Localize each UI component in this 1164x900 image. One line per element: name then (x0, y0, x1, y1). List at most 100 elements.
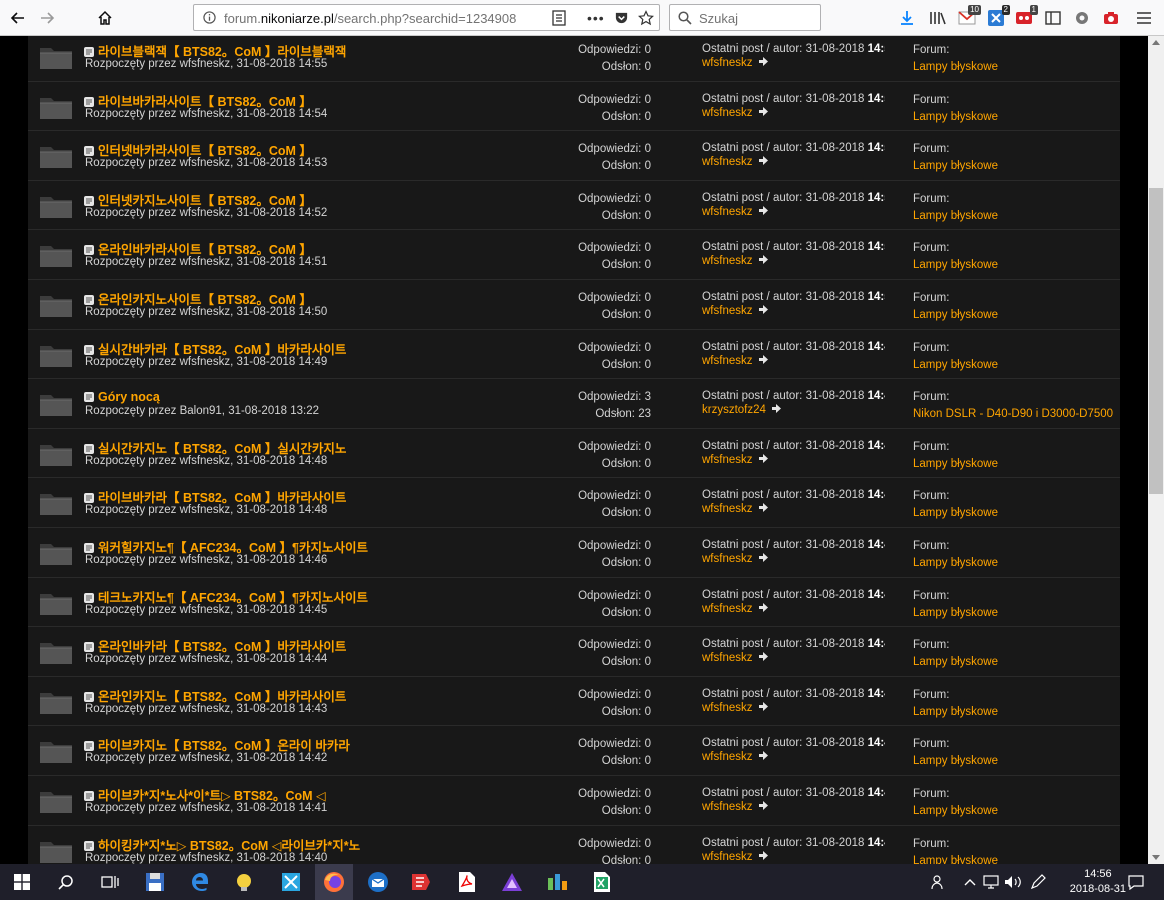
goto-last-post-icon[interactable] (771, 403, 781, 414)
last-post-author-link[interactable]: wfsfneskz (702, 851, 753, 863)
taskbar-clock[interactable]: 14:56 2018-08-31 (1070, 867, 1126, 897)
scroll-thumb[interactable] (1149, 188, 1163, 494)
page-actions-icon[interactable]: ••• (587, 10, 605, 26)
topic-title-link[interactable]: 라이브카*지*노사*이*트▷ BTS82。CoM ◁ (98, 789, 326, 803)
info-icon[interactable] (203, 11, 216, 29)
goto-last-post-icon[interactable] (758, 651, 768, 662)
last-post-author-link[interactable]: krzysztofz24 (702, 404, 766, 416)
pocket-icon[interactable] (614, 10, 629, 30)
forum-name-link[interactable]: Lampy błyskowe (913, 803, 998, 820)
bookmark-star-icon[interactable] (638, 10, 654, 31)
forum-name-link[interactable]: Nikon DSLR - D40-D90 i D3000-D7500 (913, 406, 1113, 423)
app-people-icon[interactable] (545, 870, 569, 894)
last-post-author-link[interactable]: wfsfneskz (702, 255, 753, 267)
back-arrow-icon[interactable] (6, 6, 30, 30)
forum-name-link[interactable]: Lampy błyskowe (913, 753, 998, 770)
forum-name-link[interactable]: Lampy błyskowe (913, 505, 998, 522)
app-red-icon[interactable] (409, 870, 433, 894)
goto-last-post-icon[interactable] (758, 354, 768, 364)
topic-title-link[interactable]: 실시간바카라【 BTS82。CoM 】바카라사이트 (98, 343, 346, 357)
last-post-author-link[interactable]: wfsfneskz (702, 702, 753, 714)
download-icon[interactable] (897, 8, 917, 28)
forum-name-link[interactable]: Lampy błyskowe (913, 158, 998, 175)
last-post-author-link[interactable]: wfsfneskz (702, 355, 753, 367)
thunderbird-icon[interactable] (366, 870, 390, 894)
extension-gmail-icon[interactable]: 10 (957, 5, 981, 28)
firefox-icon[interactable] (315, 864, 353, 900)
screenshot-icon[interactable] (1101, 8, 1121, 28)
excel-icon[interactable] (590, 870, 614, 894)
home-icon[interactable] (93, 6, 117, 30)
last-post-author-link[interactable]: wfsfneskz (702, 57, 753, 69)
notification-icon[interactable] (1124, 870, 1148, 894)
forum-name-link[interactable]: Lampy błyskowe (913, 307, 998, 324)
people-icon[interactable] (926, 870, 950, 894)
topic-title-link[interactable]: 라이브카지노【 BTS82。CoM 】온라이 바카라 (98, 739, 350, 753)
goto-last-post-icon[interactable] (758, 602, 768, 612)
topic-title-link[interactable]: 테크노카지노¶【 AFC234。CoM 】¶카지노사이트 (98, 591, 368, 605)
forum-name-link[interactable]: Lampy błyskowe (913, 456, 998, 473)
goto-last-post-icon[interactable] (758, 552, 768, 562)
windows-start-icon[interactable] (10, 870, 34, 894)
topic-title-link[interactable]: 온라인카지노【 BTS82。CoM 】바카라사이트 (98, 690, 346, 704)
search-bar[interactable]: Szukaj (669, 4, 821, 31)
last-post-author-link[interactable]: wfsfneskz (702, 553, 753, 565)
forum-name-link[interactable]: Lampy błyskowe (913, 654, 998, 671)
menu-hamburger-icon[interactable] (1134, 8, 1154, 28)
topic-title-link[interactable]: 인터넷바카라사이트【 BTS82。CoM 】 (98, 144, 312, 158)
app-bulb-icon[interactable] (232, 870, 256, 894)
page-scrollbar[interactable] (1148, 36, 1164, 864)
forum-name-link[interactable]: Lampy błyskowe (913, 853, 998, 865)
goto-last-post-icon[interactable] (758, 701, 768, 711)
app-triangle-icon[interactable] (500, 870, 524, 894)
forum-name-link[interactable]: Lampy błyskowe (913, 555, 998, 572)
forum-name-link[interactable]: Lampy błyskowe (913, 109, 998, 126)
goto-last-post-icon[interactable] (758, 750, 768, 761)
extension-gear-icon[interactable] (1072, 8, 1092, 28)
last-post-author-link[interactable]: wfsfneskz (702, 751, 753, 763)
goto-last-post-icon[interactable] (758, 850, 768, 860)
forum-name-link[interactable]: Lampy błyskowe (913, 257, 998, 274)
last-post-author-link[interactable]: wfsfneskz (702, 801, 753, 813)
scroll-down-icon[interactable] (1152, 855, 1160, 861)
last-post-author-link[interactable]: wfsfneskz (702, 156, 753, 168)
topic-title-link[interactable]: 라이브바카라사이트【 BTS82。CoM 】 (98, 95, 312, 109)
topic-title-link[interactable]: 라이브바카라【 BTS82。CoM 】바카라사이트 (98, 491, 346, 505)
pdf-icon[interactable] (455, 870, 479, 894)
task-view-icon[interactable] (98, 870, 122, 894)
extension-red-icon[interactable]: 1 (1014, 5, 1038, 28)
forum-name-link[interactable]: Lampy błyskowe (913, 208, 998, 225)
network-icon[interactable] (979, 870, 1003, 894)
last-post-author-link[interactable]: wfsfneskz (702, 503, 753, 515)
goto-last-post-icon[interactable] (758, 453, 768, 463)
last-post-author-link[interactable]: wfsfneskz (702, 603, 753, 615)
sidebar-toggle-icon[interactable] (1043, 8, 1063, 28)
forward-arrow-icon[interactable] (35, 6, 59, 30)
forum-name-link[interactable]: Lampy błyskowe (913, 59, 998, 76)
topic-title-link[interactable]: 온라인바카라사이트【 BTS82。CoM 】 (98, 243, 312, 257)
pen-icon[interactable] (1026, 870, 1050, 894)
library-icon[interactable] (928, 8, 948, 28)
volume-icon[interactable] (1001, 870, 1025, 894)
goto-last-post-icon[interactable] (758, 304, 768, 314)
save-floppy-icon[interactable] (143, 870, 167, 894)
url-bar[interactable]: forum.nikoniarze.pl/search.php?searchid=… (193, 4, 660, 31)
goto-last-post-icon[interactable] (758, 205, 768, 215)
forum-name-link[interactable]: Lampy błyskowe (913, 605, 998, 622)
app-blue-icon[interactable] (279, 870, 303, 894)
topic-title-link[interactable]: 온라인카지노사이트【 BTS82。CoM 】 (98, 293, 312, 307)
topic-title-link[interactable]: 하이킹카*지*노▷ BTS82。CoM ◁라이브카*지*노 (98, 839, 360, 853)
extension-x-icon[interactable]: 2 (986, 5, 1010, 28)
last-post-author-link[interactable]: wfsfneskz (702, 206, 753, 218)
topic-title-link[interactable]: 온라인바카라【 BTS82。CoM 】바카라사이트 (98, 640, 346, 654)
last-post-author-link[interactable]: wfsfneskz (702, 305, 753, 317)
reader-view-icon[interactable] (552, 10, 566, 31)
last-post-author-link[interactable]: wfsfneskz (702, 454, 753, 466)
topic-title-link[interactable]: 실시간카지노【 BTS82。CoM 】실시간카지노 (98, 442, 346, 456)
goto-last-post-icon[interactable] (758, 106, 768, 116)
topic-title-link[interactable]: 라이브블랙잭【 BTS82。CoM 】라이브블랙잭 (98, 45, 346, 59)
edge-browser-icon[interactable] (188, 870, 212, 894)
topic-title-link[interactable]: 인터넷카지노사이트【 BTS82。CoM 】 (98, 194, 312, 208)
goto-last-post-icon[interactable] (758, 800, 768, 810)
topic-title-link[interactable]: Góry nocą (98, 390, 160, 404)
